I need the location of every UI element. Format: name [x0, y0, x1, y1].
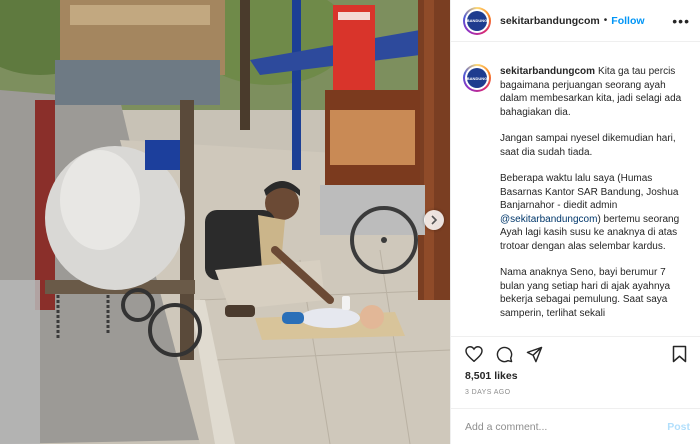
post-caption: sekitarbandungcom Kita ga tau percis baga… [500, 52, 686, 335]
caption-author-avatar[interactable]: BANDUNG [463, 64, 491, 92]
comment-bar: Post [451, 408, 700, 444]
caption-text: Beberapa waktu lalu saya (Humas Basarnas… [500, 173, 679, 211]
action-bar [451, 336, 700, 371]
comment-input[interactable] [465, 420, 668, 433]
caption-paragraph: Nama anaknya Seno, bayi berumur 7 bulan … [500, 267, 671, 319]
caption-username[interactable]: sekitarbandungcom [500, 66, 595, 77]
comment-button[interactable] [493, 343, 515, 365]
more-options-icon[interactable]: ••• [672, 14, 690, 28]
comment-icon [496, 346, 512, 362]
caption-area: BANDUNG sekitarbandungcom Kita ga tau per… [463, 52, 690, 335]
post-detail-panel: BANDUNG sekitarbandungcom • Follow ••• B… [450, 0, 700, 444]
post-header: BANDUNG sekitarbandungcom • Follow ••• [451, 0, 700, 42]
caption-paragraph: Beberapa waktu lalu saya (Humas Basarnas… [500, 172, 686, 253]
author-avatar[interactable]: BANDUNG [463, 6, 491, 35]
mention-link[interactable]: @sekitarbandungcom [500, 214, 597, 225]
likes-count[interactable]: 8,501 likes [465, 370, 518, 382]
share-button[interactable] [523, 343, 545, 365]
follow-button[interactable]: Follow [611, 15, 644, 27]
chevron-right-icon [431, 215, 438, 225]
avatar-logo-text: BANDUNG [467, 10, 487, 31]
post-timestamp[interactable]: 3 DAYS AGO [465, 389, 511, 396]
post-comment-button[interactable]: Post [667, 421, 690, 433]
heart-icon [465, 346, 483, 362]
separator-dot: • [603, 15, 608, 26]
caption-paragraph: Jangan sampai nyesel dikemudian hari, sa… [500, 133, 676, 158]
next-photo-button[interactable] [424, 210, 444, 230]
share-icon [526, 346, 542, 362]
caption-paragraph: sekitarbandungcom Kita ga tau percis baga… [500, 65, 686, 119]
street-scene-image [0, 0, 450, 444]
avatar-logo-text: BANDUNG [467, 68, 487, 88]
like-button[interactable] [463, 343, 485, 365]
author-username[interactable]: sekitarbandungcom [500, 15, 600, 27]
save-button[interactable] [668, 343, 690, 365]
bookmark-icon [672, 345, 686, 363]
post-photo[interactable] [0, 0, 450, 444]
